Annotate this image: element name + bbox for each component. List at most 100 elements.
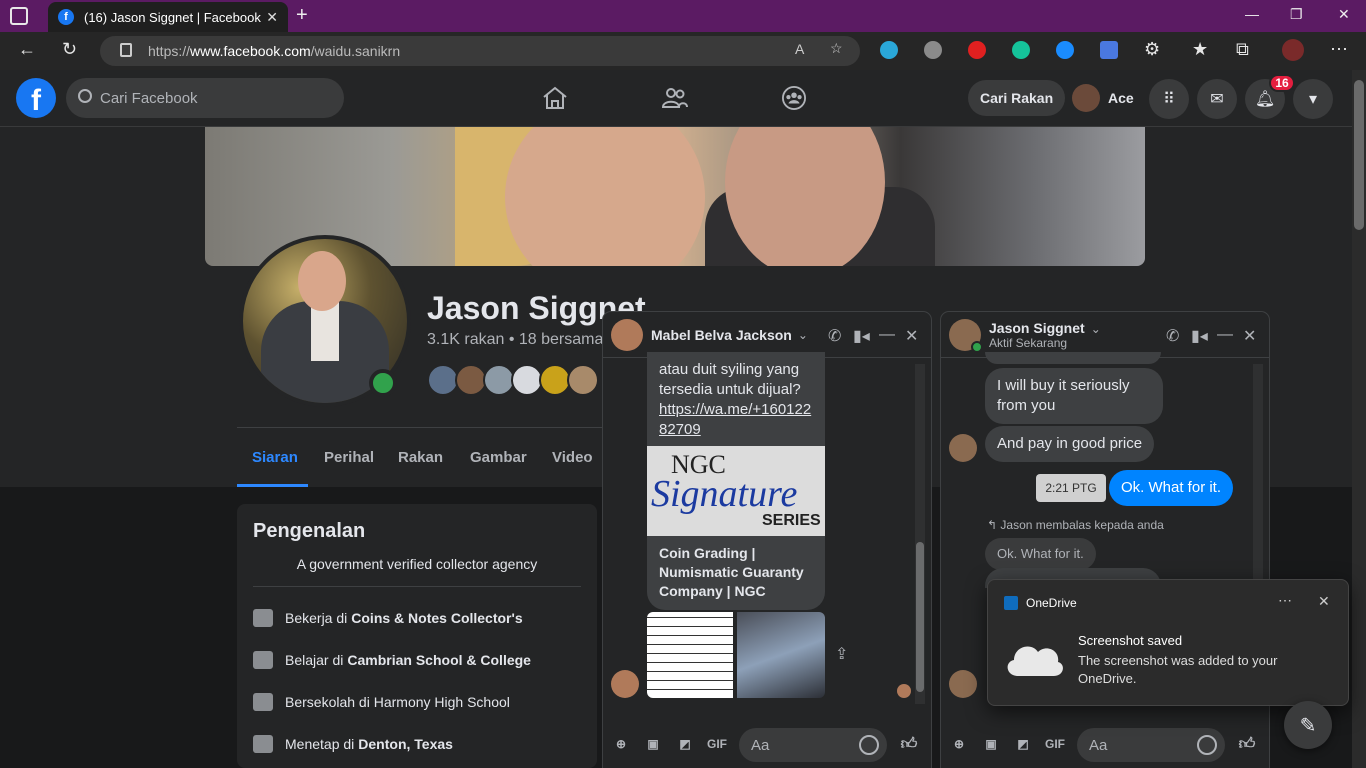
emoji-icon[interactable]: [1197, 735, 1217, 755]
close-window-icon[interactable]: ✕: [1338, 6, 1350, 23]
message-bubble[interactable]: I will buy it seriously from you: [985, 368, 1163, 424]
address-bar[interactable]: https://www.facebook.com/waidu.sanikrn A…: [100, 36, 860, 66]
chat-contact-name[interactable]: Mabel Belva Jackson: [651, 327, 792, 343]
reply-icon: ↰: [987, 518, 1001, 532]
chevron-down-icon[interactable]: ⌄: [798, 328, 808, 342]
minimize-chat-icon[interactable]: —: [1217, 326, 1233, 344]
tab-siaran[interactable]: Siaran: [252, 449, 298, 466]
profile-shortcut[interactable]: Ace: [1068, 80, 1146, 116]
photo-icon[interactable]: ▣: [643, 734, 663, 754]
back-icon[interactable]: ←: [18, 39, 36, 60]
message-input[interactable]: Aa: [1077, 728, 1225, 762]
new-tab-icon[interactable]: +: [296, 4, 308, 27]
tab-actions-icon[interactable]: [10, 7, 28, 25]
extensions-icon[interactable]: ⚙: [1144, 39, 1160, 60]
link-message-bubble[interactable]: atau duit syiling yang tersedia untuk di…: [647, 352, 825, 610]
mutual-friend-avatar[interactable]: [567, 364, 599, 396]
extension-bulb-icon[interactable]: [924, 41, 942, 59]
messenger-icon[interactable]: ✉: [1197, 79, 1237, 119]
like-icon[interactable]: 👍︎: [899, 734, 919, 754]
minimize-icon[interactable]: —: [1245, 6, 1259, 22]
link-preview-title[interactable]: Coin Grading | Numismatic Guaranty Compa…: [659, 544, 819, 601]
page-scrollbar-thumb[interactable]: [1354, 80, 1364, 230]
ngc-series-text: SERIES: [762, 512, 821, 529]
menu-grid-icon[interactable]: ⠿: [1149, 79, 1189, 119]
sticker-icon[interactable]: ◩: [675, 734, 695, 754]
message-input-placeholder: Aa: [1089, 736, 1108, 754]
voice-call-icon[interactable]: ✆: [1166, 326, 1179, 346]
groups-icon[interactable]: [781, 86, 807, 110]
extension-fox-icon[interactable]: [880, 41, 898, 59]
minimize-chat-icon[interactable]: —: [879, 326, 895, 344]
grammarly-icon[interactable]: [1012, 41, 1030, 59]
share-icon[interactable]: ⇪: [835, 644, 848, 664]
gif-icon[interactable]: GIF: [1045, 734, 1065, 754]
facebook-logo-icon[interactable]: f: [16, 78, 56, 118]
url-prefix: https://: [148, 43, 191, 59]
like-icon[interactable]: 👍︎: [1237, 734, 1257, 754]
home-icon[interactable]: [542, 86, 568, 110]
divider: [253, 586, 581, 587]
reload-icon[interactable]: ↻: [62, 39, 77, 60]
tab-video[interactable]: Video: [552, 449, 593, 466]
banknote-photo[interactable]: [737, 612, 825, 698]
close-chat-icon[interactable]: ✕: [1243, 326, 1256, 346]
collections-icon[interactable]: ⧉: [1236, 39, 1249, 60]
chat-contact-name[interactable]: Jason Siggnet: [989, 320, 1085, 336]
browser-tab[interactable]: f (16) Jason Siggnet | Facebook ✕: [48, 2, 288, 32]
url-path: /waidu.sanikrn: [310, 43, 401, 59]
message-input[interactable]: Aa: [739, 728, 887, 762]
tab-rakan[interactable]: Rakan: [398, 449, 443, 466]
reply-label: ↰ Jason membalas kepada anda: [987, 518, 1164, 532]
emoji-icon[interactable]: [859, 735, 879, 755]
photo-icon[interactable]: ▣: [981, 734, 1001, 754]
profile-avatar-icon[interactable]: [1282, 39, 1304, 61]
onedrive-notification[interactable]: OneDrive ⋯ ✕ Screenshot saved The screen…: [987, 579, 1349, 706]
new-message-button[interactable]: ✎: [1284, 701, 1332, 749]
account-dropdown-icon[interactable]: ▾: [1293, 79, 1333, 119]
chat-window-mabel: Mabel Belva Jackson ⌄ ✆ ▮◂ — ✕ atau duit…: [603, 312, 931, 768]
gif-icon[interactable]: GIF: [707, 734, 727, 754]
message-bubble[interactable]: [985, 352, 1161, 364]
friend-count[interactable]: 3.1K rakan • 18 bersama: [427, 331, 603, 349]
video-call-icon[interactable]: ▮◂: [1191, 326, 1208, 346]
more-menu-icon[interactable]: ⋯: [1330, 39, 1348, 60]
quoted-message[interactable]: Ok. What for it.: [985, 538, 1096, 570]
add-icon[interactable]: ⊕: [611, 734, 631, 754]
lock-icon: [120, 43, 132, 57]
friends-icon[interactable]: [662, 86, 688, 110]
add-favorite-icon[interactable]: ☆: [830, 40, 843, 57]
sticker-icon[interactable]: ◩: [1013, 734, 1033, 754]
close-tab-icon[interactable]: ✕: [266, 9, 278, 26]
close-notification-icon[interactable]: ✕: [1318, 593, 1330, 610]
more-options-icon[interactable]: ⋯: [1278, 592, 1292, 609]
favorites-icon[interactable]: ★: [1192, 39, 1208, 60]
close-chat-icon[interactable]: ✕: [905, 326, 918, 346]
maximize-icon[interactable]: ❐: [1290, 6, 1303, 23]
intro-card: Pengenalan A government verified collect…: [237, 504, 597, 768]
extension-record-icon[interactable]: [1056, 41, 1074, 59]
search-input[interactable]: Cari Facebook: [66, 78, 344, 118]
tab-gambar[interactable]: Gambar: [470, 449, 527, 466]
intro-work: Bekerja di Coins & Notes Collector's: [253, 608, 593, 628]
find-friends-button[interactable]: Cari Rakan: [968, 80, 1066, 116]
translate-icon[interactable]: [1100, 41, 1118, 59]
extension-hand-icon[interactable]: [968, 41, 986, 59]
message-link[interactable]: https://wa.me/+16012282709: [659, 400, 813, 440]
read-aloud-icon[interactable]: A: [795, 41, 804, 57]
chevron-down-icon[interactable]: ⌄: [1091, 322, 1101, 336]
avatar: [611, 318, 643, 351]
chat-composer: ⊕ ▣ ◩ GIF Aa 👍︎: [941, 720, 1269, 768]
message-bubble[interactable]: And pay in good price: [985, 426, 1155, 462]
add-icon[interactable]: ⊕: [949, 734, 969, 754]
facebook-header: f Cari Facebook Cari Rakan Ace ⠿ ✉ 🔔︎ ▾: [0, 70, 1352, 127]
link-preview-image[interactable]: NGC Signature SERIES: [647, 446, 825, 536]
video-call-icon[interactable]: ▮◂: [853, 326, 870, 346]
coin-list-photo[interactable]: [647, 612, 733, 698]
tab-perihal[interactable]: Perihal: [324, 449, 374, 466]
chat-scrollbar-thumb[interactable]: [916, 542, 924, 692]
outgoing-message-bubble[interactable]: Ok. What for it.: [1109, 470, 1234, 506]
tab-title: (16) Jason Siggnet | Facebook: [84, 9, 261, 25]
compose-icon: ✎: [1299, 714, 1317, 737]
voice-call-icon[interactable]: ✆: [828, 326, 841, 346]
